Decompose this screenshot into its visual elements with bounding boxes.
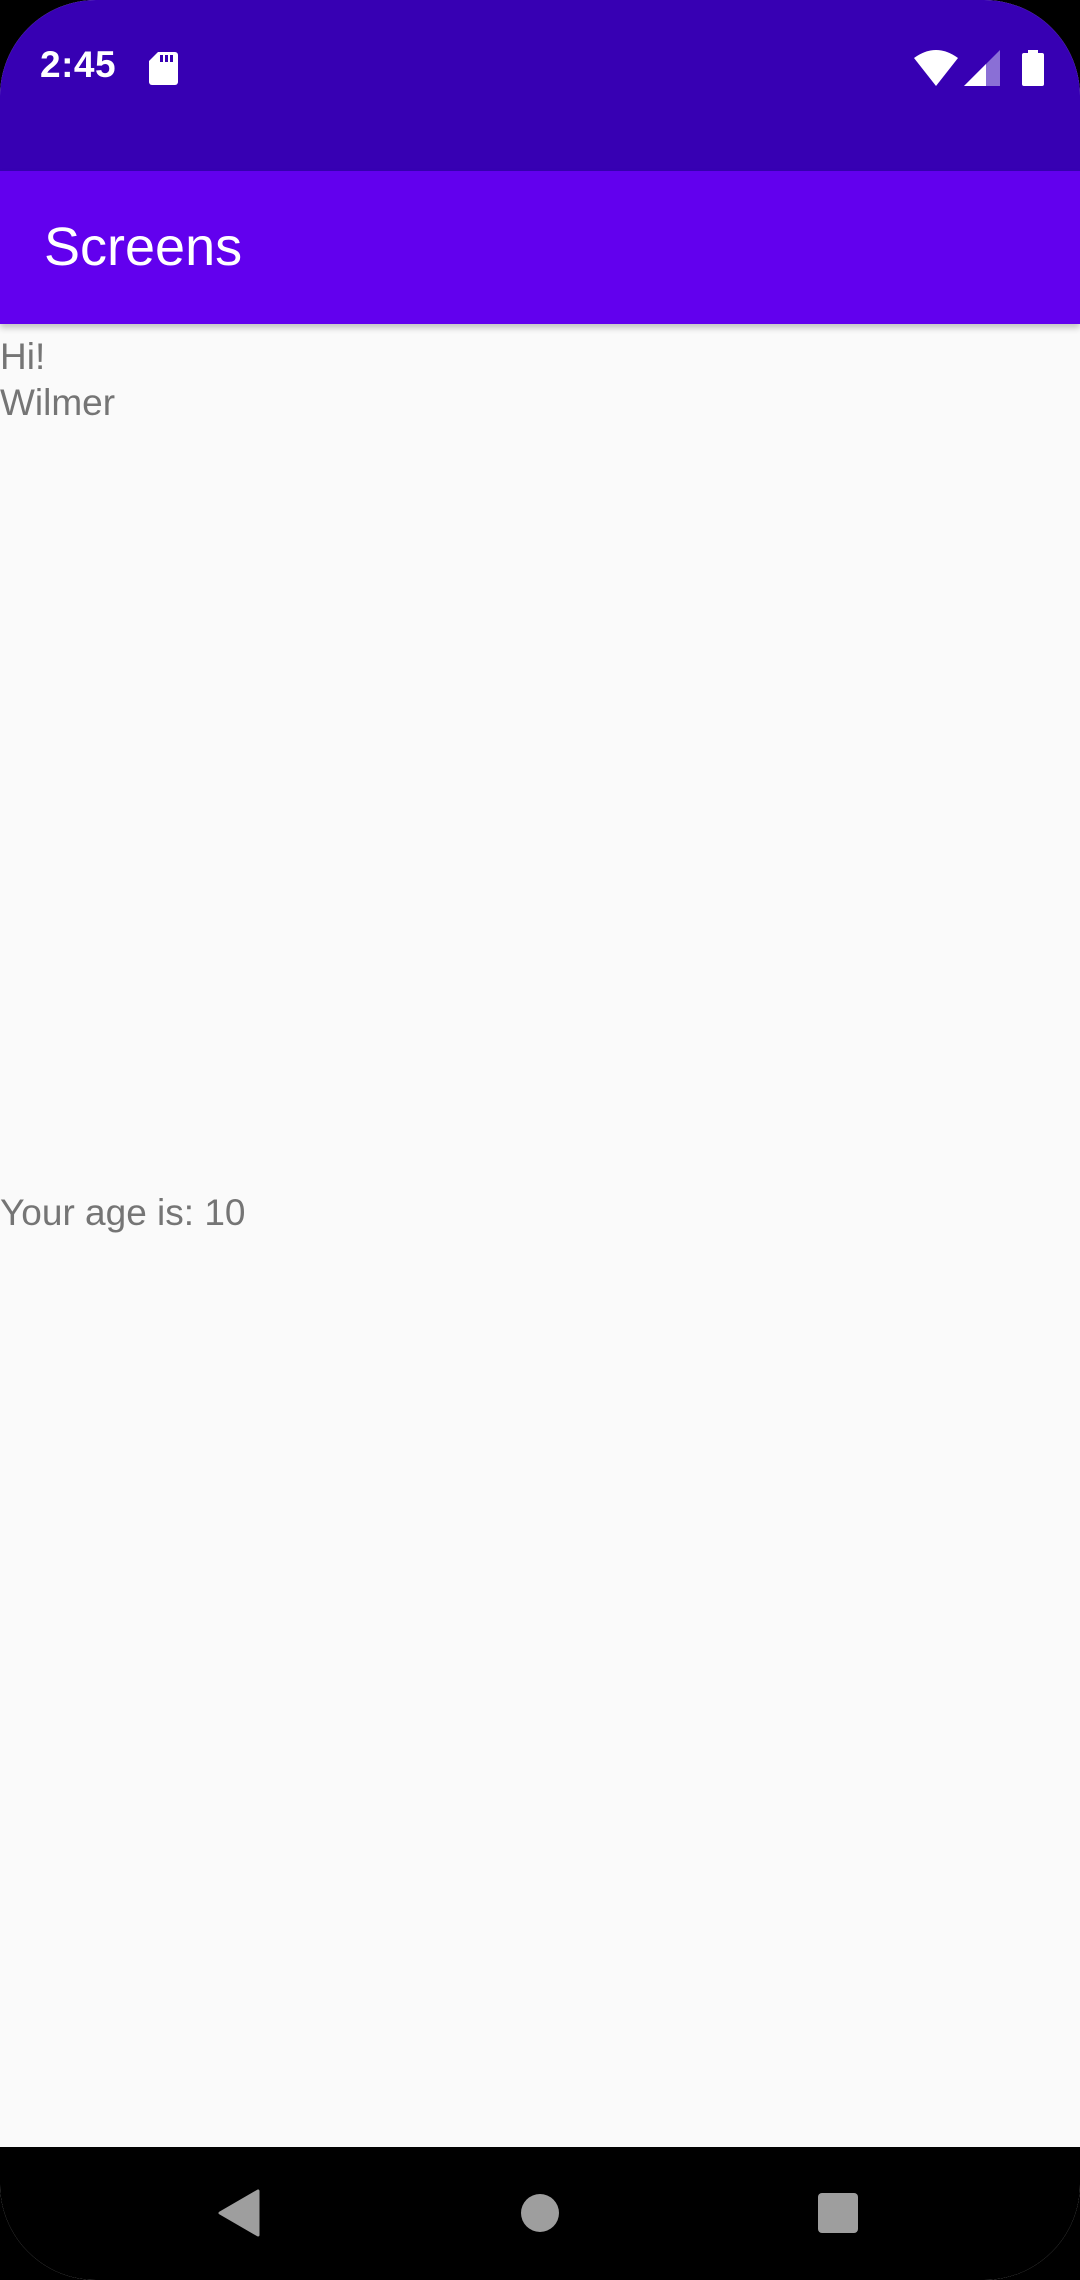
navigation-bar [0, 2147, 1080, 2280]
back-icon[interactable] [218, 2189, 260, 2237]
app-title: Screens [44, 217, 243, 277]
greeting-text: Hi! [0, 336, 46, 377]
phone-screen: 2:45 Screens Hi! Wilmer Your age is: 10 [0, 0, 1080, 2280]
recents-icon[interactable] [817, 2192, 859, 2234]
battery-icon [1022, 50, 1044, 86]
status-icons [914, 50, 1044, 86]
status-time: 2:45 [40, 44, 117, 85]
app-bar: Screens [0, 171, 1080, 324]
main-content: Hi! Wilmer Your age is: 10 [0, 324, 1080, 2147]
age-text: Your age is: 10 [0, 1192, 246, 1233]
status-bar: 2:45 [0, 0, 1080, 171]
sd-card-icon [149, 52, 178, 85]
wifi-icon [914, 50, 958, 86]
home-icon[interactable] [520, 2193, 560, 2233]
name-text: Wilmer [0, 382, 116, 423]
signal-icon [964, 50, 1000, 86]
